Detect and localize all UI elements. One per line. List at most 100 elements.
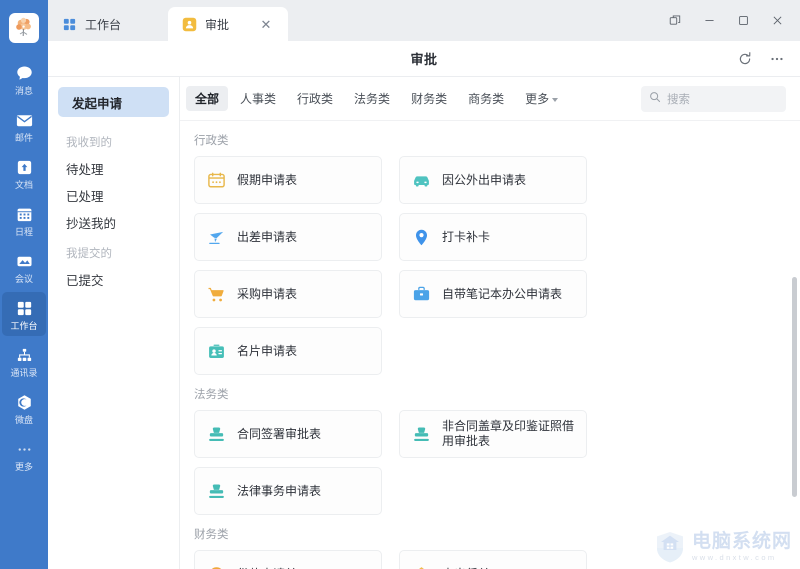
sidenav-item-pending[interactable]: 待处理: [48, 155, 179, 182]
airplane-icon: [207, 228, 226, 247]
content-area: 全部 人事类 行政类 法务类 财务类 商务类 更多 搜索 行政类 假期申请表 因…: [180, 77, 800, 569]
tab-strip: 工作台 审批 ✕: [48, 0, 800, 41]
form-card-purchase-request[interactable]: 采购申请表: [194, 270, 382, 318]
rail-item-clouddisk[interactable]: 微盘: [2, 386, 46, 430]
sidenav-group-received: 我收到的: [66, 137, 112, 149]
search-input[interactable]: 搜索: [641, 85, 786, 112]
grid-icon: [14, 298, 34, 318]
form-card-business-outing[interactable]: 因公外出申请表: [399, 156, 587, 204]
chevron-down-icon: [552, 97, 559, 102]
user-avatar[interactable]: [9, 13, 39, 43]
maximize-button[interactable]: [726, 6, 760, 36]
filter-more-label: 更多: [525, 92, 550, 106]
search-placeholder: 搜索: [667, 93, 690, 106]
form-card-business-card-request[interactable]: 名片申请表: [194, 327, 382, 375]
page-title: 审批: [410, 52, 438, 67]
rail-item-meeting[interactable]: 会议: [2, 245, 46, 289]
briefcase-icon: [412, 285, 431, 304]
form-card-label: 因公外出申请表: [442, 172, 527, 187]
tab-workbench[interactable]: 工作台: [48, 7, 168, 41]
page-body: 发起申请 我收到的 待处理 已处理 抄送我的 我提交的 已提交 全部 人事类 行…: [48, 77, 800, 569]
window-controls: [658, 0, 800, 41]
document-icon: [14, 157, 34, 177]
form-card-expense-voucher[interactable]: 支出凭单: [399, 550, 587, 569]
form-card-label: 法律事务申请表: [237, 483, 322, 498]
form-card-label: 非合同盖章及印鉴证照借用审批表: [442, 419, 575, 448]
approval-icon: [182, 17, 197, 32]
calendar-icon: [207, 171, 226, 190]
tab-approval[interactable]: 审批 ✕: [168, 7, 288, 41]
form-card-contract-signing[interactable]: 合同签署审批表: [194, 410, 382, 458]
sidenav-item-submitted[interactable]: 已提交: [48, 266, 179, 293]
vertical-scrollbar[interactable]: [792, 277, 797, 497]
rail-label: 工作台: [10, 321, 38, 331]
section-grid-finance: 借款申请单 支出凭单 财务档案借用审批表: [186, 550, 786, 569]
close-icon[interactable]: ✕: [258, 16, 274, 32]
form-card-business-trip[interactable]: 出差申请表: [194, 213, 382, 261]
more-horizontal-icon[interactable]: [764, 46, 790, 72]
rail-item-more[interactable]: 更多: [2, 433, 46, 477]
rail-label: 通讯录: [10, 368, 38, 378]
restore-button[interactable]: [658, 6, 692, 36]
sidenav-item-cc-to-me[interactable]: 抄送我的: [48, 209, 179, 236]
form-card-seal-borrow[interactable]: 非合同盖章及印鉴证照借用审批表: [399, 410, 587, 458]
chat-bubble-icon: [14, 63, 34, 83]
rail-item-messages[interactable]: 消息: [2, 57, 46, 101]
form-card-loan-application[interactable]: 借款申请单: [194, 550, 382, 569]
section-grid-admin: 假期申请表 因公外出申请表 出差申请表 打卡补卡 采购申请表 自带笔记本办公申请…: [186, 156, 786, 375]
grid-icon: [62, 17, 77, 32]
rail-item-mail[interactable]: 邮件: [2, 104, 46, 148]
section-title-admin: 行政类: [194, 135, 229, 147]
form-card-label: 自带笔记本办公申请表: [442, 286, 563, 301]
form-card-own-laptop-request[interactable]: 自带笔记本办公申请表: [399, 270, 587, 318]
filter-chip-finance[interactable]: 财务类: [402, 86, 456, 111]
sidenav-start-application[interactable]: 发起申请: [58, 87, 169, 117]
main-region: 工作台 审批 ✕ 审批 发起申请 我收到的 待处理 已处理 抄送我的 我提交的 …: [48, 0, 800, 569]
form-card-leave-application[interactable]: 假期申请表: [194, 156, 382, 204]
header-actions: [732, 41, 790, 77]
filter-bar: 全部 人事类 行政类 法务类 财务类 商务类 更多 搜索: [180, 77, 800, 121]
ellipsis-icon: [14, 439, 34, 459]
rail-item-contacts[interactable]: 通讯录: [2, 339, 46, 383]
tab-label: 工作台: [85, 17, 122, 32]
filter-chip-all[interactable]: 全部: [186, 86, 229, 111]
contacts-icon: [14, 345, 34, 365]
voucher-icon: [412, 565, 431, 569]
section-grid-legal: 合同签署审批表 非合同盖章及印鉴证照借用审批表 法律事务申请表: [186, 410, 786, 515]
app-window: 消息 邮件 文档 日程 会议 工作台 通讯录 微盘 更多 工作台 审批 ✕ 审批…: [0, 0, 800, 569]
form-card-label: 假期申请表: [237, 172, 298, 187]
filter-chip-business[interactable]: 商务类: [459, 86, 513, 111]
rail-label: 微盘: [14, 415, 33, 425]
form-card-clockin-makeup[interactable]: 打卡补卡: [399, 213, 587, 261]
rail-label: 更多: [14, 462, 33, 472]
form-card-legal-affairs[interactable]: 法律事务申请表: [194, 467, 382, 515]
shopping-cart-icon: [207, 285, 226, 304]
tab-label: 审批: [205, 17, 230, 32]
rail-label: 消息: [14, 86, 33, 96]
meeting-icon: [14, 251, 34, 271]
filter-chip-more[interactable]: 更多: [516, 86, 567, 111]
rail-item-docs[interactable]: 文档: [2, 151, 46, 195]
rail-item-calendar[interactable]: 日程: [2, 198, 46, 242]
sidenav-item-processed[interactable]: 已处理: [48, 182, 179, 209]
stamp-icon: [207, 425, 226, 444]
close-window-button[interactable]: [760, 6, 794, 36]
rail-label: 邮件: [14, 133, 33, 143]
location-pin-icon: [412, 228, 431, 247]
form-list-scroller[interactable]: 行政类 假期申请表 因公外出申请表 出差申请表 打卡补卡 采购申请表 自带笔记本…: [180, 121, 800, 569]
car-icon: [412, 171, 431, 190]
page-header: 审批: [48, 41, 800, 77]
rail-item-workbench[interactable]: 工作台: [2, 292, 46, 336]
rail-label: 会议: [14, 274, 33, 284]
filter-chip-legal[interactable]: 法务类: [345, 86, 399, 111]
envelope-icon: [14, 110, 34, 130]
cloud-disk-icon: [14, 392, 34, 412]
calendar-icon: [14, 204, 34, 224]
sidenav-group-submitted: 我提交的: [66, 248, 112, 260]
stamp-icon: [412, 425, 431, 444]
form-card-label: 打卡补卡: [442, 229, 491, 244]
minimize-button[interactable]: [692, 6, 726, 36]
filter-chip-hr[interactable]: 人事类: [231, 86, 285, 111]
refresh-icon[interactable]: [732, 46, 758, 72]
filter-chip-admin[interactable]: 行政类: [288, 86, 342, 111]
